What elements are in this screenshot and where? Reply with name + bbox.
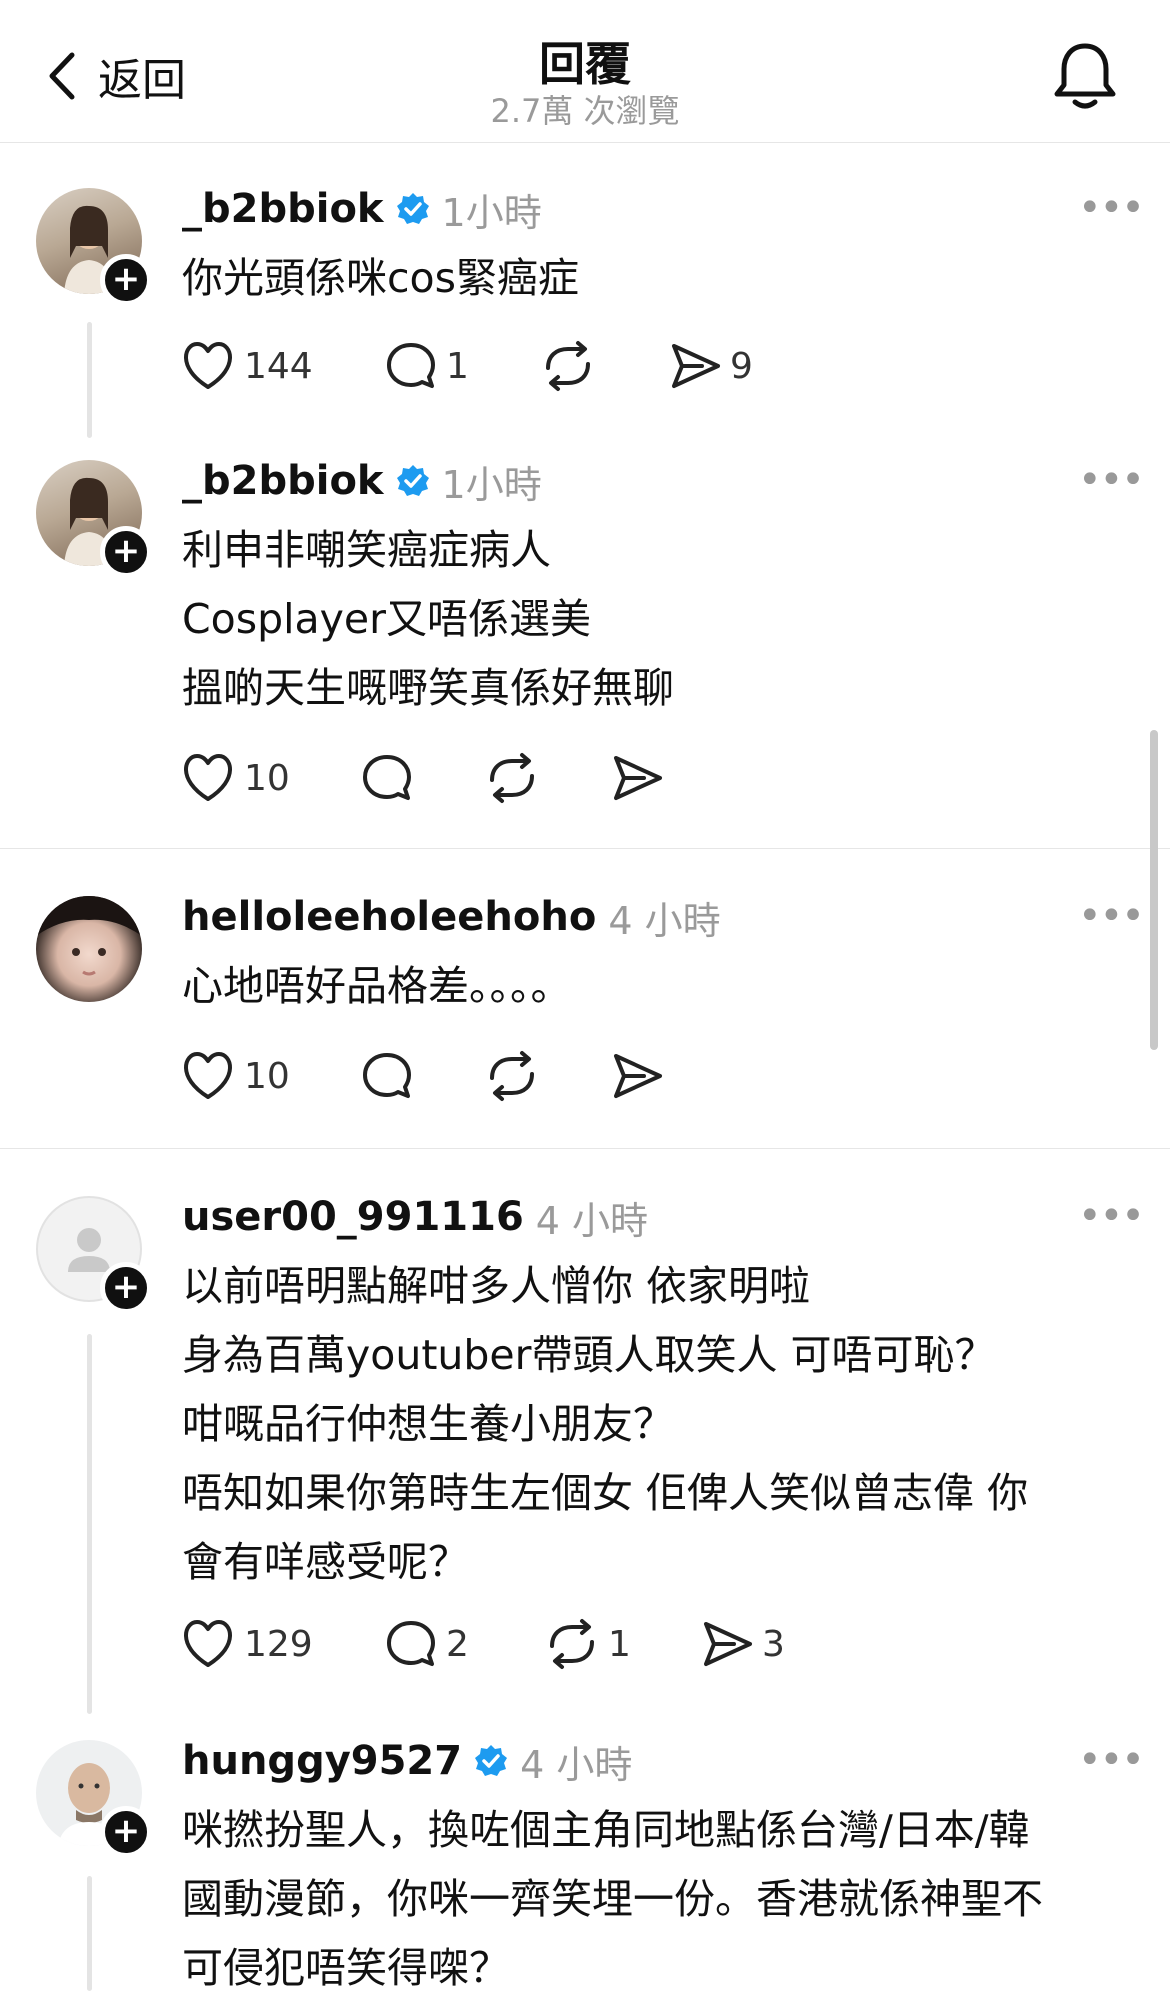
- username[interactable]: hunggy9527: [182, 1738, 462, 1784]
- repost-button[interactable]: 1: [544, 1618, 631, 1670]
- thread-line: [87, 1334, 92, 1714]
- text-line: 心地唔好品格差。。。。: [182, 962, 572, 1010]
- reply-button[interactable]: [360, 1050, 422, 1102]
- like-button[interactable]: 129: [180, 1618, 313, 1670]
- post-time: 4 小時: [608, 898, 721, 943]
- share-button[interactable]: [610, 1050, 672, 1102]
- post-text: 咪撚扮聖人，換咗個主角同地點係台灣/日本/韓 國動漫節，你咪一齊笑埋一份。香港就…: [182, 1796, 1142, 2003]
- view-count: 2.7萬 次瀏覽: [490, 92, 680, 130]
- send-icon: [614, 1054, 662, 1098]
- divider: [0, 1148, 1170, 1149]
- more-options-icon[interactable]: •••: [1078, 1740, 1145, 1780]
- text-line: 你光頭係咪cos緊癌症: [182, 254, 579, 302]
- comment-icon: [363, 755, 411, 800]
- post-text: 你光頭係咪cos緊癌症: [182, 244, 1142, 313]
- comment-icon: [387, 1621, 435, 1666]
- heart-icon: [184, 1052, 232, 1099]
- notifications-button[interactable]: [1052, 40, 1118, 116]
- follow-button[interactable]: +: [100, 1806, 152, 1858]
- text-line: 咪撚扮聖人，換咗個主角同地點係台灣/日本/韓: [182, 1806, 1030, 1854]
- post-time: 1小時: [441, 190, 542, 235]
- text-line: 可侵犯唔笑得㗎？: [182, 1944, 510, 1992]
- post-time: 4 小時: [535, 1198, 649, 1243]
- follow-button[interactable]: +: [100, 526, 152, 578]
- repost-icon: [550, 1619, 594, 1669]
- share-button[interactable]: 9: [668, 340, 753, 392]
- scrollbar[interactable]: [1150, 730, 1158, 1050]
- share-count: 3: [762, 1623, 785, 1665]
- bell-icon: [1054, 43, 1116, 109]
- text-line: 搵啲天生嘅嘢笑真係好無聊: [182, 664, 674, 712]
- share-count: 9: [730, 345, 753, 387]
- post-header: _b2bbiok 1小時: [182, 184, 542, 235]
- page-title: 回覆: [539, 37, 631, 91]
- follow-button[interactable]: +: [100, 254, 152, 306]
- more-options-icon[interactable]: •••: [1078, 896, 1145, 936]
- username[interactable]: user00_991116: [182, 1194, 524, 1240]
- reply-button[interactable]: 2: [384, 1618, 469, 1670]
- comment-icon: [387, 343, 435, 388]
- like-button[interactable]: 144: [180, 340, 313, 392]
- top-bar: 返回 回覆 2.7萬 次瀏覽: [0, 0, 1170, 143]
- post-time: 1小時: [441, 462, 542, 507]
- repost-button[interactable]: [540, 340, 604, 392]
- like-count: 10: [244, 757, 290, 799]
- post-header: helloleeholeehoho 4 小時: [182, 892, 721, 943]
- follow-button[interactable]: +: [100, 1262, 152, 1314]
- reply-button[interactable]: 1: [384, 340, 469, 392]
- repost-icon: [490, 753, 534, 803]
- like-count: 144: [244, 345, 313, 387]
- send-icon: [704, 1622, 752, 1666]
- heart-icon: [184, 342, 232, 389]
- send-icon: [672, 344, 720, 388]
- like-button[interactable]: 10: [180, 1050, 290, 1102]
- text-line: 會有咩感受呢？: [182, 1538, 469, 1586]
- text-line: 身為百萬youtuber帶頭人取笑人 可唔可恥？: [182, 1331, 996, 1379]
- reply-button[interactable]: [360, 752, 422, 804]
- share-button[interactable]: [610, 752, 672, 804]
- username[interactable]: _b2bbiok: [182, 186, 384, 232]
- thread-line: [87, 322, 92, 438]
- heart-icon: [184, 1620, 232, 1667]
- divider: [0, 848, 1170, 849]
- text-line: 國動漫節，你咪一齊笑埋一份。香港就係神聖不: [182, 1875, 1043, 1923]
- more-options-icon[interactable]: •••: [1078, 1196, 1145, 1236]
- more-options-icon[interactable]: •••: [1078, 188, 1145, 228]
- post-header: _b2bbiok 1小時: [182, 456, 542, 507]
- avatar[interactable]: [36, 896, 142, 1002]
- text-line: 以前唔明點解咁多人憎你 依家明啦: [182, 1262, 811, 1310]
- repost-icon: [546, 341, 590, 391]
- verified-badge-icon: [474, 1744, 508, 1778]
- username[interactable]: helloleeholeehoho: [182, 894, 596, 940]
- repost-icon: [490, 1051, 534, 1101]
- post-header: user00_991116 4 小時: [182, 1192, 649, 1243]
- repost-button[interactable]: [484, 752, 548, 804]
- like-count: 10: [244, 1055, 290, 1097]
- text-line: 唔知如果你第時生左個女 佢俾人笑似曾志偉 你: [182, 1469, 1029, 1517]
- text-line: Cosplayer又唔係選美: [182, 595, 591, 643]
- username[interactable]: _b2bbiok: [182, 458, 384, 504]
- like-count: 129: [244, 1623, 313, 1665]
- post-header: hunggy9527 4 小時: [182, 1736, 633, 1787]
- send-icon: [614, 756, 662, 800]
- repost-button[interactable]: [484, 1050, 548, 1102]
- text-line: 利申非嘲笑癌症病人: [182, 526, 551, 574]
- share-button[interactable]: 3: [700, 1618, 785, 1670]
- text-line: 咁嘅品行仲想生養小朋友？: [182, 1400, 674, 1448]
- reply-count: 2: [446, 1623, 469, 1665]
- like-button[interactable]: 10: [180, 752, 290, 804]
- verified-badge-icon: [396, 192, 430, 226]
- reply-count: 1: [446, 345, 469, 387]
- post-text: 心地唔好品格差。。。。: [182, 952, 1142, 1021]
- thread-line: [87, 1876, 92, 1991]
- verified-badge-icon: [396, 464, 430, 498]
- avatar-photo: [36, 896, 142, 976]
- repost-count: 1: [608, 1623, 631, 1665]
- post-time: 4 小時: [520, 1742, 633, 1787]
- post-text: 利申非嘲笑癌症病人 Cosplayer又唔係選美 搵啲天生嘅嘢笑真係好無聊: [182, 516, 1142, 723]
- post-text: 以前唔明點解咁多人憎你 依家明啦 身為百萬youtuber帶頭人取笑人 可唔可恥…: [182, 1252, 1142, 1597]
- more-options-icon[interactable]: •••: [1078, 460, 1145, 500]
- heart-icon: [184, 754, 232, 801]
- comment-icon: [363, 1053, 411, 1098]
